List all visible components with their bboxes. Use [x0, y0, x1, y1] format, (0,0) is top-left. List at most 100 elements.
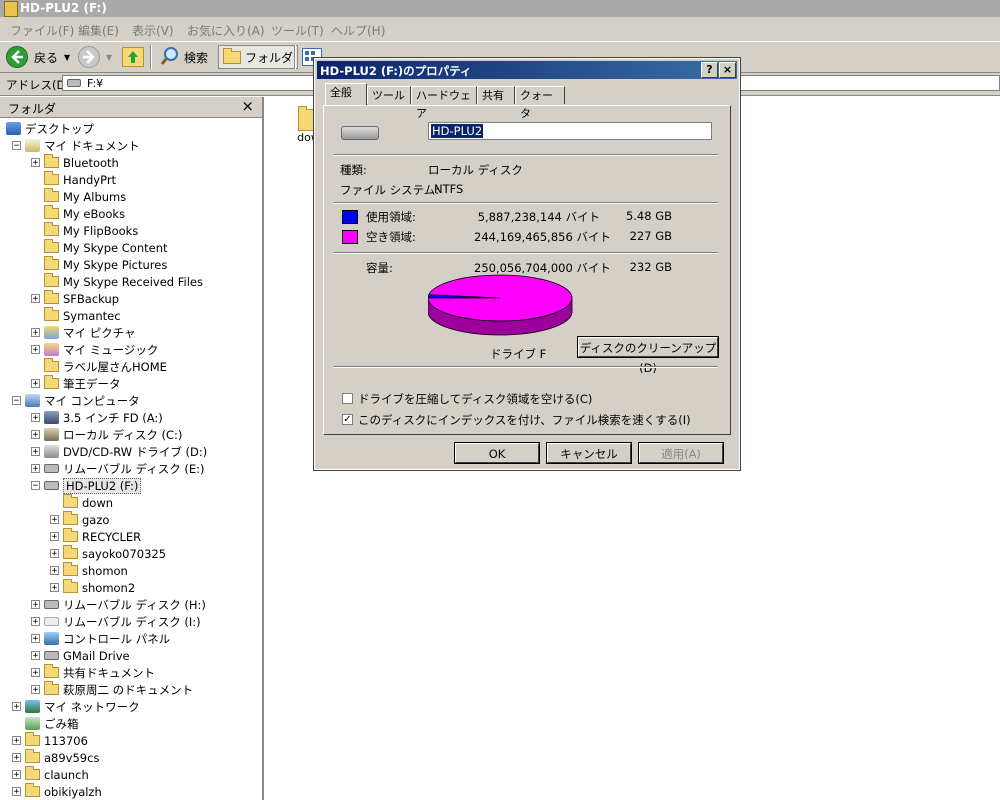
close-button[interactable]: ×	[719, 62, 736, 78]
expand-icon[interactable]: +	[12, 702, 21, 712]
tree-item[interactable]: + DVD/CD-RW ドライブ (D:)	[31, 443, 207, 460]
tab-general[interactable]: 全般	[325, 83, 367, 105]
tab-tools[interactable]: ツール	[367, 86, 411, 104]
tree-item[interactable]: ごみ箱	[12, 715, 79, 732]
menu-favorites[interactable]: お気に入り(A)	[187, 22, 265, 39]
back-button[interactable]: 戻る ▼	[6, 46, 70, 68]
tree-item[interactable]: My Skype Received Files	[31, 273, 203, 290]
expand-icon[interactable]: +	[31, 617, 40, 627]
apply-button[interactable]: 適用(A)	[638, 442, 724, 464]
folders-button[interactable]: フォルダ	[218, 45, 299, 69]
tree-item[interactable]: + RECYCLER	[50, 528, 141, 545]
tree-item[interactable]: − マイ ドキュメント	[12, 137, 140, 154]
forward-button[interactable]: ▼	[78, 46, 112, 68]
expand-icon[interactable]: +	[12, 753, 21, 763]
expand-icon[interactable]: +	[12, 736, 21, 746]
tree-item[interactable]: My Albums	[31, 188, 126, 205]
expand-icon[interactable]: +	[31, 413, 40, 423]
tab-sharing[interactable]: 共有	[477, 86, 515, 104]
tree-item[interactable]: + 共有ドキュメント	[31, 664, 155, 681]
disk-cleanup-button[interactable]: ディスクのクリーンアップ(D)	[577, 336, 719, 375]
tree-item[interactable]: − マイ コンピュータ	[12, 392, 140, 409]
expand-icon[interactable]: +	[50, 583, 59, 593]
expand-icon[interactable]: +	[31, 634, 40, 644]
tree-item[interactable]: + マイ ピクチャ	[31, 324, 136, 341]
tree-item[interactable]: + ローカル ディスク (C:)	[31, 426, 182, 443]
tree-item[interactable]: down	[50, 494, 113, 511]
collapse-icon[interactable]: −	[12, 396, 21, 406]
tree-item[interactable]: + gazo	[50, 511, 109, 528]
tree-item[interactable]: + shomon	[50, 562, 128, 579]
expand-icon[interactable]: +	[31, 685, 40, 695]
menu-edit[interactable]: 編集(E)	[78, 22, 119, 39]
dialog-title-bar[interactable]: HD-PLU2 (F:)のプロパティ ? ×	[317, 61, 737, 79]
expand-icon[interactable]: +	[31, 651, 40, 661]
search-button[interactable]: 検索	[160, 46, 208, 68]
tree-item[interactable]: + a89v59cs	[12, 749, 99, 766]
expand-icon[interactable]: +	[31, 345, 40, 355]
tree-item[interactable]: My eBooks	[31, 205, 125, 222]
help-button[interactable]: ?	[701, 62, 718, 78]
window-title-bar[interactable]: HD-PLU2 (F:)	[0, 0, 1000, 17]
tree-item[interactable]: Symantec	[31, 307, 121, 324]
cancel-button[interactable]: キャンセル	[546, 442, 632, 464]
tree-item[interactable]: My Skype Content	[31, 239, 168, 256]
index-checkbox[interactable]: ✓	[342, 414, 353, 425]
tree-item[interactable]: + マイ ネットワーク	[12, 698, 140, 715]
drive-name-field[interactable]: HD-PLU2	[428, 122, 712, 140]
tree-item[interactable]: + 筆王データ	[31, 375, 121, 392]
expand-icon[interactable]: +	[31, 600, 40, 610]
tree-item[interactable]: − HD-PLU2 (F:)	[31, 477, 142, 494]
tree-item[interactable]: + claunch	[12, 766, 89, 783]
expand-icon[interactable]: +	[12, 787, 21, 797]
expand-icon[interactable]: +	[50, 532, 59, 542]
tree-item[interactable]: + SFBackup	[31, 290, 119, 307]
expand-icon[interactable]: +	[50, 566, 59, 576]
collapse-icon[interactable]: −	[31, 481, 40, 491]
tree-item[interactable]: +3.5 インチ FD (A:)	[31, 409, 163, 426]
collapse-icon[interactable]: −	[12, 141, 21, 151]
tree-item[interactable]: + リムーバブル ディスク (E:)	[31, 460, 205, 477]
menu-file[interactable]: ファイル(F)	[10, 22, 74, 39]
forward-dropdown-icon[interactable]: ▼	[106, 53, 112, 62]
tree-item[interactable]: + GMail Drive	[31, 647, 130, 664]
expand-icon[interactable]: +	[31, 379, 40, 389]
tree-item[interactable]: + コントロール パネル	[31, 630, 170, 647]
tree-item[interactable]: + リムーバブル ディスク (H:)	[31, 596, 206, 613]
tree-item[interactable]: + shomon2	[50, 579, 135, 596]
tree-item[interactable]: HandyPrt	[31, 171, 116, 188]
compress-label[interactable]: ドライブを圧縮してディスク領域を空ける(C)	[358, 391, 592, 407]
expand-icon[interactable]: +	[31, 294, 40, 304]
index-label[interactable]: このディスクにインデックスを付け、ファイル検索を速くする(I)	[358, 412, 691, 428]
tree-item[interactable]: デスクトップ	[6, 120, 94, 137]
menu-view[interactable]: 表示(V)	[132, 22, 174, 39]
back-dropdown-icon[interactable]: ▼	[64, 53, 70, 62]
tree-item[interactable]: My FlipBooks	[31, 222, 138, 239]
expand-icon[interactable]: +	[12, 770, 21, 780]
expand-icon[interactable]: +	[31, 158, 40, 168]
expand-icon[interactable]: +	[31, 464, 40, 474]
close-folder-pane-icon[interactable]: ×	[241, 97, 254, 115]
expand-icon[interactable]: +	[31, 447, 40, 457]
expand-icon[interactable]: +	[31, 430, 40, 440]
tab-quota[interactable]: クォータ	[515, 86, 565, 120]
tree-item[interactable]: + マイ ミュージック	[31, 341, 158, 358]
menu-tools[interactable]: ツール(T)	[271, 22, 324, 39]
tree-item[interactable]: + リムーバブル ディスク (I:)	[31, 613, 201, 630]
tree-item[interactable]: My Skype Pictures	[31, 256, 167, 273]
tree-item[interactable]: + 萩原周二 のドキュメント	[31, 681, 193, 698]
tree-item[interactable]: + obikiyalzh	[12, 783, 102, 800]
tree-item[interactable]: + Bluetooth	[31, 154, 119, 171]
tree-item[interactable]: + sayoko070325	[50, 545, 166, 562]
expand-icon[interactable]: +	[50, 515, 59, 525]
expand-icon[interactable]: +	[31, 668, 40, 678]
tree-item[interactable]: ラベル屋さんHOME	[31, 358, 167, 375]
tab-hardware[interactable]: ハードウェア	[411, 86, 477, 120]
tree-item[interactable]: +113706	[12, 732, 88, 749]
up-folder-button[interactable]	[122, 46, 144, 68]
ok-button[interactable]: OK	[454, 442, 540, 464]
compress-checkbox[interactable]	[342, 393, 353, 404]
menu-help[interactable]: ヘルプ(H)	[331, 22, 385, 39]
expand-icon[interactable]: +	[50, 549, 59, 559]
expand-icon[interactable]: +	[31, 328, 40, 338]
